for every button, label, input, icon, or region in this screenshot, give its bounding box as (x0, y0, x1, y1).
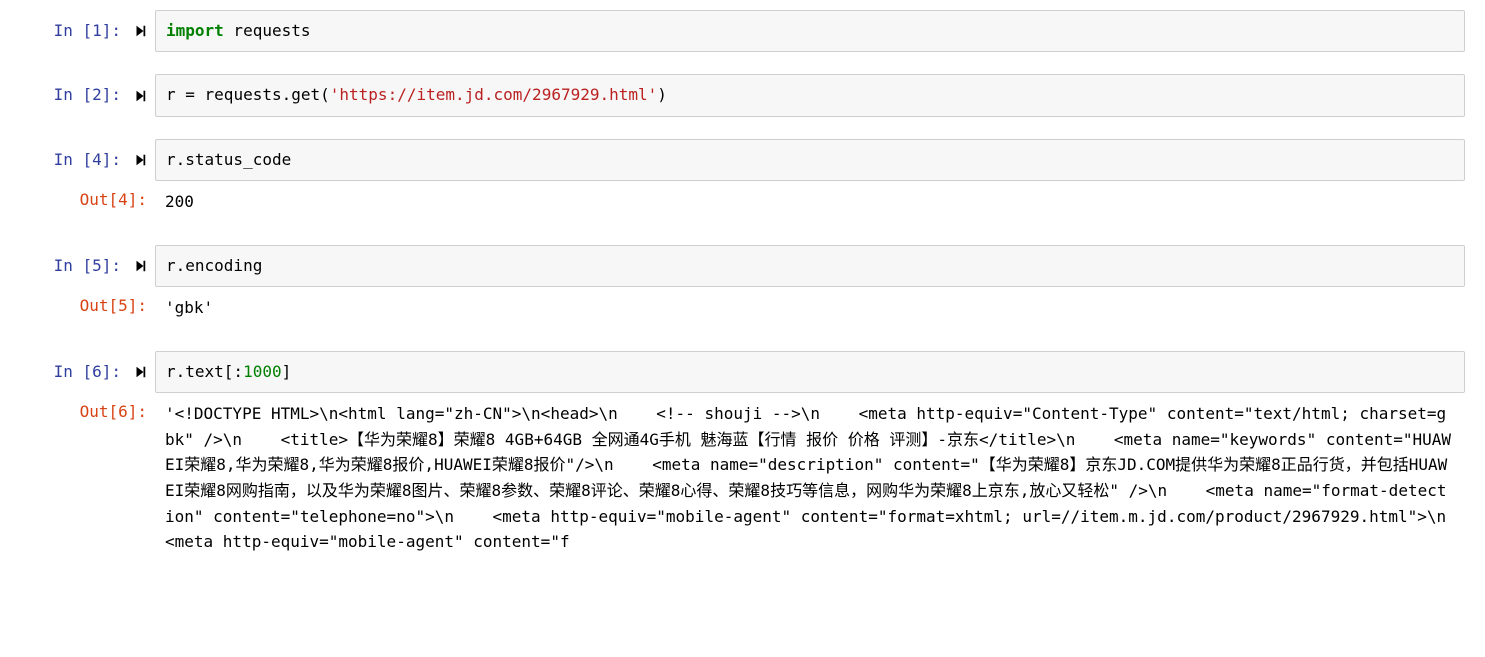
cell: In [1]: import requests (0, 10, 1465, 52)
run-cell-icon[interactable] (133, 24, 147, 38)
run-cell-icon[interactable] (133, 89, 147, 103)
cell: In [5]: r.encoding Out[5]: 'gbk' (0, 245, 1465, 329)
code-token: requests (224, 21, 311, 40)
notebook-container: In [1]: import requests In [2]: r = request… (0, 10, 1465, 563)
cell: In [4]: r.status_code Out[4]: 200 (0, 139, 1465, 223)
output-prompt: Out[5]: (80, 295, 147, 317)
code-token: import (166, 21, 224, 40)
run-cell-icon[interactable] (133, 365, 147, 379)
input-prompt: In [6]: (54, 361, 121, 383)
code-token: r (166, 85, 185, 104)
code-token: r.text[: (166, 362, 243, 381)
code-token: r.encoding (166, 256, 262, 275)
input-prompt: In [4]: (54, 149, 121, 171)
code-input[interactable]: r = requests.get('https://item.jd.com/29… (155, 74, 1465, 116)
input-prompt: In [2]: (54, 84, 121, 106)
code-input[interactable]: r.encoding (155, 245, 1465, 287)
code-token: 1000 (243, 362, 282, 381)
code-token: = (185, 85, 195, 104)
output-prompt: Out[4]: (80, 189, 147, 211)
output-prompt: Out[6]: (80, 401, 147, 423)
run-cell-icon[interactable] (133, 153, 147, 167)
cell-output: 200 (155, 185, 1465, 223)
code-token: ] (282, 362, 292, 381)
input-prompt: In [5]: (54, 255, 121, 277)
input-prompt: In [1]: (54, 20, 121, 42)
code-token: r.status_code (166, 150, 291, 169)
cell: In [2]: r = requests.get('https://item.jd… (0, 74, 1465, 116)
code-input[interactable]: import requests (155, 10, 1465, 52)
run-cell-icon[interactable] (133, 259, 147, 273)
cell: In [6]: r.text[:1000] Out[6]: '<!DOCTYPE HT… (0, 351, 1465, 563)
code-input[interactable]: r.status_code (155, 139, 1465, 181)
cell-output: 'gbk' (155, 291, 1465, 329)
cell-output: '<!DOCTYPE HTML>\n<html lang="zh-CN">\n<… (155, 397, 1465, 563)
code-token: ) (657, 85, 667, 104)
code-token: 'https://item.jd.com/2967929.html' (330, 85, 658, 104)
code-token: requests.get( (195, 85, 330, 104)
code-input[interactable]: r.text[:1000] (155, 351, 1465, 393)
